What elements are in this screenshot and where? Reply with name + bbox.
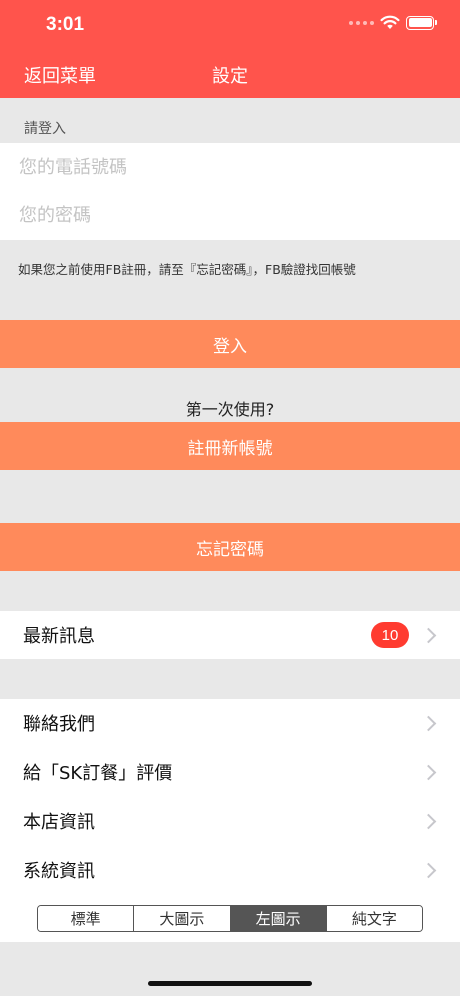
news-label: 最新訊息 [23,626,95,647]
status-time: 3:01 [46,14,85,35]
display-mode-standard[interactable]: 標準 [38,906,135,931]
menu-item-label: 聯絡我們 [23,714,95,735]
login-button[interactable]: 登入 [0,320,460,368]
login-form [0,143,460,240]
settings-menu: 聯絡我們 給「SK訂餐」評價 本店資訊 系統資訊 標準 大圖示 左圖示 純文字 [0,699,460,942]
menu-item-contact-us[interactable]: 聯絡我們 [0,699,460,747]
chevron-right-icon [420,627,437,643]
wifi-icon [380,15,400,29]
display-mode-text-only[interactable]: 純文字 [326,906,422,931]
login-section-label: 請登入 [24,121,66,137]
menu-item-label: 本店資訊 [23,812,95,833]
register-button[interactable]: 註冊新帳號 [0,422,460,470]
chevron-right-icon [420,813,437,829]
fb-hint-text: 如果您之前使用FB註冊，請至『忘記密碼』，FB驗證找回帳號 [18,262,356,277]
menu-item-store-info[interactable]: 本店資訊 [0,797,460,845]
chevron-right-icon [420,862,437,878]
menu-item-label: 系統資訊 [23,861,95,882]
chevron-right-icon [420,764,437,780]
news-count-badge: 10 [371,622,409,648]
display-mode-control: 標準 大圖示 左圖示 純文字 [37,905,423,932]
menu-item-rate-app[interactable]: 給「SK訂餐」評價 [0,748,460,796]
phone-input[interactable] [0,143,460,191]
news-row[interactable]: 最新訊息 10 [0,611,460,659]
menu-item-label: 給「SK訂餐」評價 [23,763,173,784]
display-mode-large-icons[interactable]: 大圖示 [134,906,231,931]
menu-item-system-info[interactable]: 系統資訊 [0,846,460,894]
first-time-label: 第一次使用? [185,400,275,419]
password-input[interactable] [0,191,460,239]
forgot-password-button[interactable]: 忘記密碼 [0,523,460,571]
chevron-right-icon [420,715,437,731]
top-bar: 3:01 返回菜單 設定 [0,0,460,98]
status-icons [349,15,437,30]
display-mode-left-icons[interactable]: 左圖示 [230,906,327,931]
battery-icon [406,15,437,30]
signal-icon [349,20,374,25]
page-title: 設定 [212,66,248,87]
home-indicator[interactable] [148,981,312,986]
